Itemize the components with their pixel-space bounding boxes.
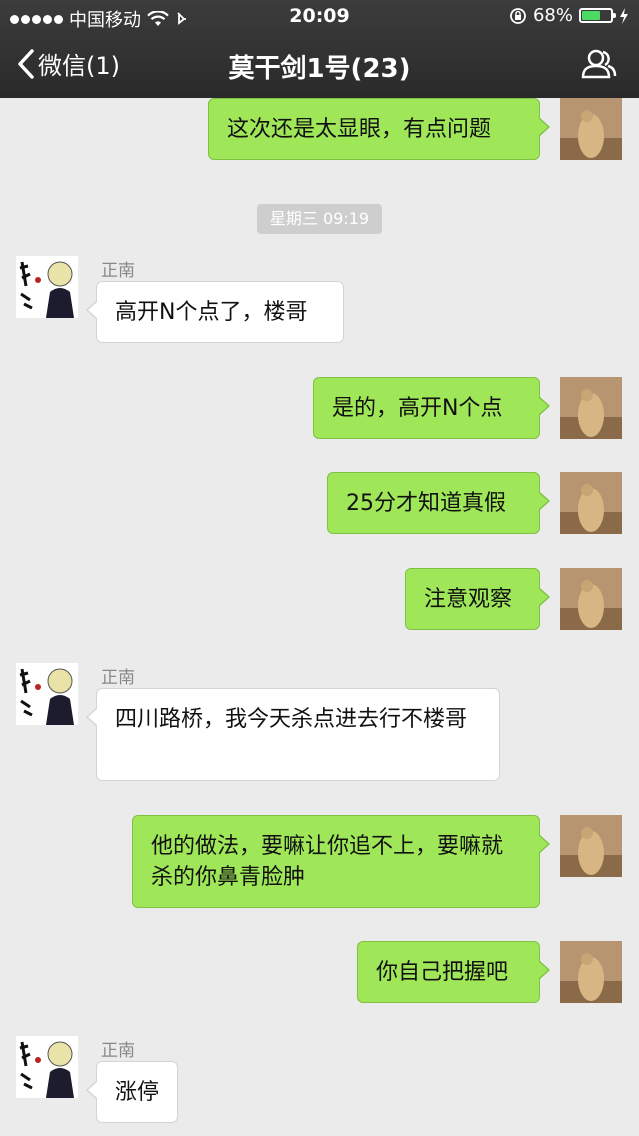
battery-level bbox=[582, 11, 600, 20]
status-bar: 中国移动 20:09 68% bbox=[0, 0, 639, 34]
group-info-button[interactable] bbox=[581, 48, 617, 84]
my-avatar[interactable] bbox=[560, 568, 622, 630]
timestamp-label: 星期三 09:19 bbox=[257, 204, 382, 234]
message-bubble[interactable]: 四川路桥，我今天杀点进去行不楼哥 bbox=[86, 688, 500, 781]
sender-name: 正南 bbox=[101, 1041, 135, 1061]
rotation-lock-icon bbox=[510, 7, 526, 24]
message-bubble[interactable]: 他的做法，要嘛让你追不上，要嘛就杀的你鼻青脸肿 bbox=[132, 815, 550, 908]
chat-screen: 中国移动 20:09 68% 微信(1) 莫干剑1号(23) 这次还是太显眼，有… bbox=[0, 0, 639, 1136]
sender-name: 正南 bbox=[101, 668, 135, 688]
message-bubble[interactable]: 高开N个点了，楼哥 bbox=[86, 281, 344, 343]
my-avatar[interactable] bbox=[560, 377, 622, 439]
message-bubble[interactable]: 这次还是太显眼，有点问题 bbox=[208, 98, 550, 160]
battery-icon bbox=[579, 8, 616, 23]
message-bubble[interactable]: 涨停 bbox=[86, 1061, 178, 1123]
sender-name: 正南 bbox=[101, 261, 135, 281]
chat-title: 莫干剑1号(23) bbox=[228, 54, 411, 84]
message-bubble[interactable]: 是的，高开N个点 bbox=[313, 377, 550, 439]
my-avatar[interactable] bbox=[560, 472, 622, 534]
my-avatar[interactable] bbox=[560, 815, 622, 877]
battery-percent: 68% bbox=[532, 5, 573, 26]
my-avatar[interactable] bbox=[560, 941, 622, 1003]
message-bubble[interactable]: 25分才知道真假 bbox=[327, 472, 550, 534]
contacts-icon bbox=[581, 49, 617, 79]
message-bubble[interactable]: 注意观察 bbox=[405, 568, 550, 630]
top-bar: 中国移动 20:09 68% 微信(1) 莫干剑1号(23) bbox=[0, 0, 639, 98]
contact-avatar[interactable] bbox=[16, 256, 78, 318]
contact-avatar[interactable] bbox=[16, 663, 78, 725]
contact-avatar[interactable] bbox=[16, 1036, 78, 1098]
message-bubble[interactable]: 你自己把握吧 bbox=[357, 941, 550, 1003]
my-avatar[interactable] bbox=[560, 98, 622, 160]
nav-bar: 微信(1) 莫干剑1号(23) bbox=[0, 34, 639, 98]
charging-icon bbox=[620, 7, 628, 24]
message-list[interactable]: 这次还是太显眼，有点问题 星期三 09:19 正南 高开N个点了，楼哥 是的，高… bbox=[0, 98, 639, 1136]
status-right: 68% bbox=[509, 5, 629, 26]
